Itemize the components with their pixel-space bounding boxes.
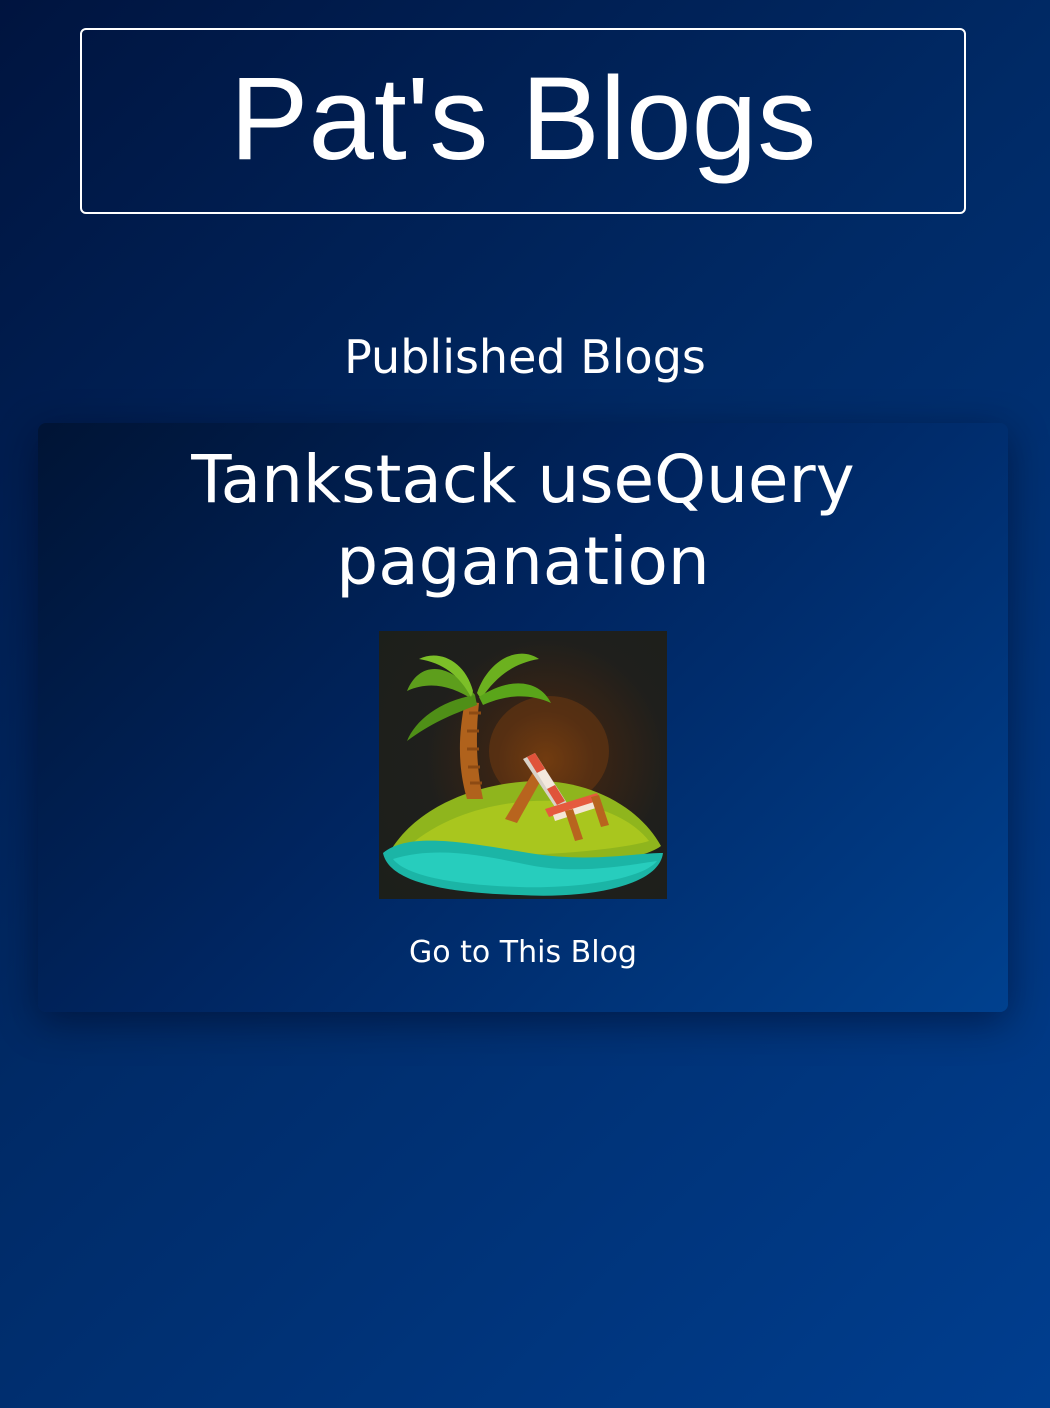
blog-card: Tankstack useQuery paganation Go to This… (38, 423, 1008, 1012)
site-header: Pat's Blogs (80, 28, 966, 214)
blog-title: Tankstack useQuery paganation (191, 441, 855, 600)
section-heading: Published Blogs (344, 330, 706, 384)
go-to-blog-link[interactable]: Go to This Blog (38, 935, 1008, 970)
site-title: Pat's Blogs (229, 53, 817, 185)
palm-island-chair-icon (379, 631, 667, 899)
